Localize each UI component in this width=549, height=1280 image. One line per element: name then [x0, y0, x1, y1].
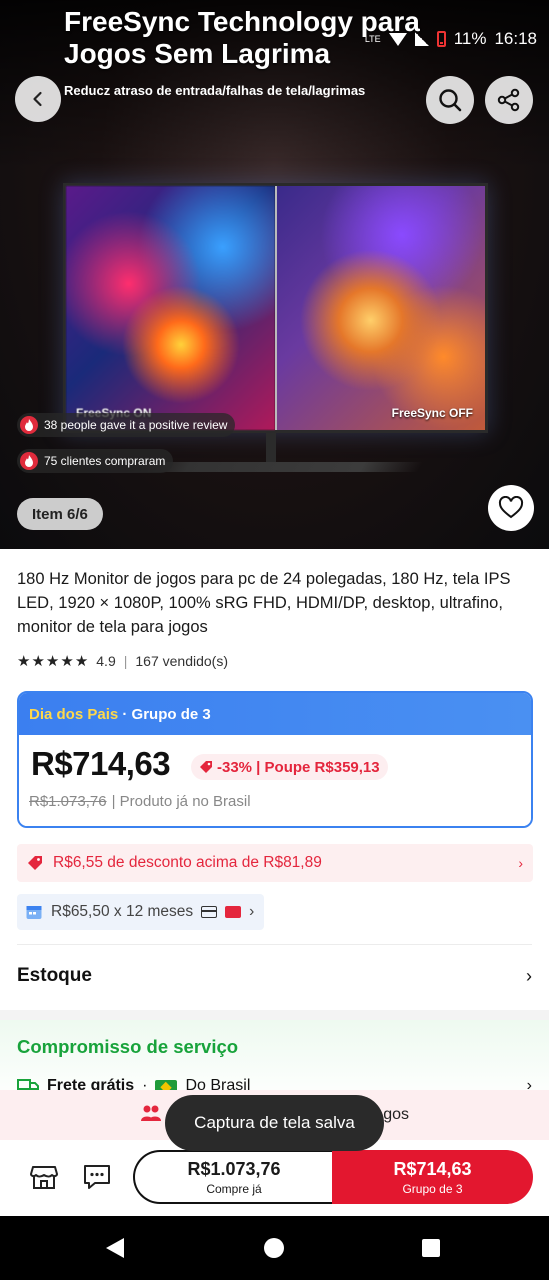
deal-group: · Grupo de 3: [122, 705, 211, 723]
hero-subtitle: Reducz atraso de entrada/falhas de tela/…: [64, 83, 366, 98]
status-bar: LTE 11% 16:18: [365, 28, 537, 50]
tag-icon: [200, 761, 212, 773]
battery-level: 11%: [453, 29, 487, 48]
chevron-left-icon: [33, 91, 42, 107]
purchase-proof-badge: 75 clientes compraram: [17, 449, 174, 473]
tag-icon: [28, 856, 42, 870]
original-price: R$1.073,76: [29, 793, 107, 810]
buy-now-price: R$1.073,76: [187, 1158, 281, 1179]
group-price: R$714,63: [31, 745, 171, 782]
heart-icon: [498, 496, 524, 519]
chat-icon[interactable]: [83, 1164, 111, 1190]
original-price-row: R$1.073,76 | Produto já no Brasil: [29, 793, 251, 810]
credit-card-icon: [201, 906, 218, 918]
installment-row[interactable]: R$65,50 x 12 meses ›: [17, 894, 265, 930]
deal-header: Dia dos Pais · Grupo de 3: [19, 693, 531, 735]
chevron-right-icon: ›: [249, 903, 255, 920]
freesync-off-label: FreeSync OFF: [391, 406, 473, 420]
nav-recents-icon[interactable]: [422, 1239, 440, 1257]
payment-method-icon: [225, 906, 242, 918]
star-icon: ★: [60, 652, 74, 670]
stock-row[interactable]: Estoque ›: [17, 961, 532, 991]
star-icon: ★: [31, 652, 45, 670]
bottom-action-bar: R$1.073,76 Compre já R$714,63 Grupo de 3: [0, 1140, 549, 1216]
chevron-right-icon: ›: [526, 965, 532, 986]
product-title: 180 Hz Monitor de jogos para pc de 24 po…: [17, 570, 511, 636]
nav-back-icon[interactable]: [106, 1238, 124, 1258]
discount-badge: -33% | Poupe R$359,13: [191, 754, 388, 780]
network-label: LTE: [364, 33, 381, 44]
divider: [17, 944, 532, 945]
toast-message: Captura de tela salva: [165, 1095, 384, 1151]
monitor-image: FreeSync ON FreeSync OFF: [63, 183, 488, 433]
group-buy-price: R$714,63: [393, 1158, 472, 1179]
installment-text: R$65,50 x 12 meses: [51, 903, 194, 920]
nav-home-icon[interactable]: [264, 1238, 284, 1258]
stock-label: Estoque: [17, 965, 92, 986]
rating-row[interactable]: ★ ★ ★ ★ ★ 4.9 | 167 vendido(s): [17, 653, 228, 669]
promo-name: Dia dos Pais: [29, 705, 119, 723]
product-image-carousel[interactable]: FreeSync Technology para Jogos Sem Lagri…: [0, 0, 549, 549]
buy-now-button[interactable]: R$1.073,76 Compre já: [133, 1150, 333, 1204]
group-buy-button[interactable]: R$714,63 Grupo de 3: [332, 1150, 533, 1204]
coupon-banner[interactable]: R$6,55 de desconto acima de R$81,89 ›: [17, 844, 533, 882]
search-button[interactable]: [426, 76, 474, 124]
group-bar-text: gos: [383, 1106, 409, 1123]
review-proof-badge: 38 people gave it a positive review: [17, 413, 236, 437]
divider: |: [123, 653, 128, 669]
image-counter: Item 6/6: [17, 498, 103, 530]
group-deal-card: Dia dos Pais · Grupo de 3 R$714,63 -33% …: [17, 691, 533, 828]
signal-icon: [414, 32, 429, 46]
calendar-icon: [26, 906, 42, 919]
fire-icon: [20, 416, 38, 434]
share-icon: [497, 88, 520, 112]
star-icon: ★: [17, 652, 31, 670]
system-nav-bar: [0, 1216, 549, 1280]
clock: 16:18: [494, 29, 537, 48]
freesync-on-panel: FreeSync ON: [66, 186, 275, 430]
fire-icon: [20, 452, 38, 470]
star-icon: ★: [45, 652, 60, 670]
review-proof-text: 38 people gave it a positive review: [44, 418, 228, 432]
section-separator: [0, 1010, 549, 1020]
chevron-right-icon: ›: [518, 855, 523, 871]
wishlist-button[interactable]: [488, 485, 534, 531]
rating-stars: ★ ★ ★ ★ ★: [17, 654, 88, 669]
back-button[interactable]: [15, 76, 61, 122]
purchase-proof-text: 75 clientes compraram: [44, 454, 166, 468]
group-buy-label: Grupo de 3: [402, 1181, 463, 1196]
search-icon: [439, 89, 462, 112]
origin-note: | Produto já no Brasil: [111, 793, 251, 810]
buy-now-label: Compre já: [206, 1181, 262, 1196]
discount-text: -33% | Poupe R$359,13: [217, 758, 380, 776]
share-button[interactable]: [485, 76, 533, 124]
star-icon: ★: [74, 652, 89, 670]
service-title: Compromisso de serviço: [17, 1036, 239, 1057]
rating-value: 4.9: [96, 653, 116, 669]
coupon-text: R$6,55 de desconto acima de R$81,89: [53, 854, 322, 871]
battery-icon: [436, 31, 446, 47]
wifi-icon: [388, 32, 407, 46]
store-icon[interactable]: [30, 1164, 58, 1190]
people-icon: [140, 1104, 162, 1127]
freesync-off-panel: FreeSync OFF: [274, 186, 485, 430]
sold-count: 167 vendido(s): [135, 653, 228, 669]
